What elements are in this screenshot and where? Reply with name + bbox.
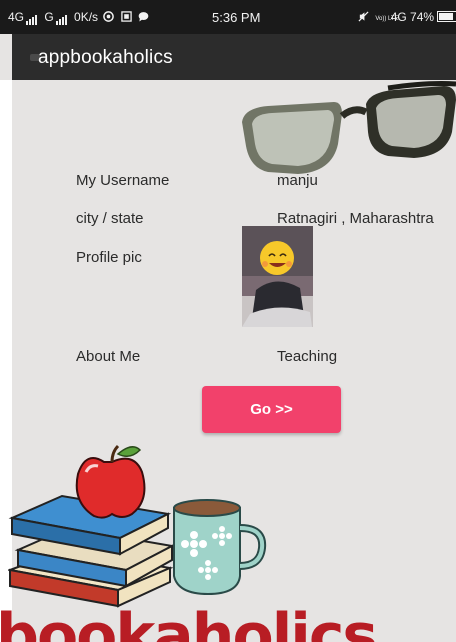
logo-text: bookaholics bbox=[0, 601, 378, 642]
status-bar: 4G G 0K/s 5:36 PM Vo)) LTE 4G 74% bbox=[0, 0, 456, 34]
message-icon bbox=[138, 12, 149, 22]
screen: 4G G 0K/s 5:36 PM Vo)) LTE 4G 74% appboo… bbox=[0, 0, 456, 642]
about-label: About Me bbox=[76, 348, 141, 365]
data-speed: 0K/s bbox=[74, 10, 99, 24]
chrome-icon bbox=[103, 11, 115, 22]
signal-icon bbox=[26, 11, 38, 25]
username-label: My Username bbox=[76, 172, 170, 189]
app-bar: appbookaholics bbox=[12, 34, 456, 80]
signal-icon bbox=[55, 11, 68, 25]
network-type-3: 4G bbox=[390, 10, 407, 24]
volte-indicator: Vo)) LTE bbox=[375, 16, 399, 22]
location-value: Ratnagiri , Maharashtra bbox=[277, 210, 434, 227]
glasses-icon bbox=[242, 81, 456, 174]
network-type-1: 4G bbox=[8, 10, 25, 24]
status-left: 4G G 0K/s bbox=[8, 10, 149, 25]
bookaholics-logo: bookaholics bbox=[0, 600, 456, 642]
clock: 5:36 PM bbox=[212, 10, 261, 25]
gallery-icon bbox=[121, 11, 132, 22]
app-title: appbookaholics bbox=[38, 47, 173, 68]
go-button[interactable]: Go >> bbox=[202, 386, 341, 433]
profile-pic-label: Profile pic bbox=[76, 249, 142, 266]
status-right: Vo)) LTE 4G 74% bbox=[358, 10, 456, 24]
network-type-2: G bbox=[44, 10, 54, 24]
profile-picture bbox=[242, 226, 313, 327]
battery-percent: 74% bbox=[410, 10, 435, 24]
mute-icon bbox=[358, 11, 369, 22]
username-value: manju bbox=[277, 172, 318, 189]
about-value: Teaching bbox=[277, 348, 338, 365]
battery-icon bbox=[437, 11, 456, 22]
location-label: city / state bbox=[76, 210, 144, 227]
books-apple-mug-illustration bbox=[8, 444, 267, 608]
